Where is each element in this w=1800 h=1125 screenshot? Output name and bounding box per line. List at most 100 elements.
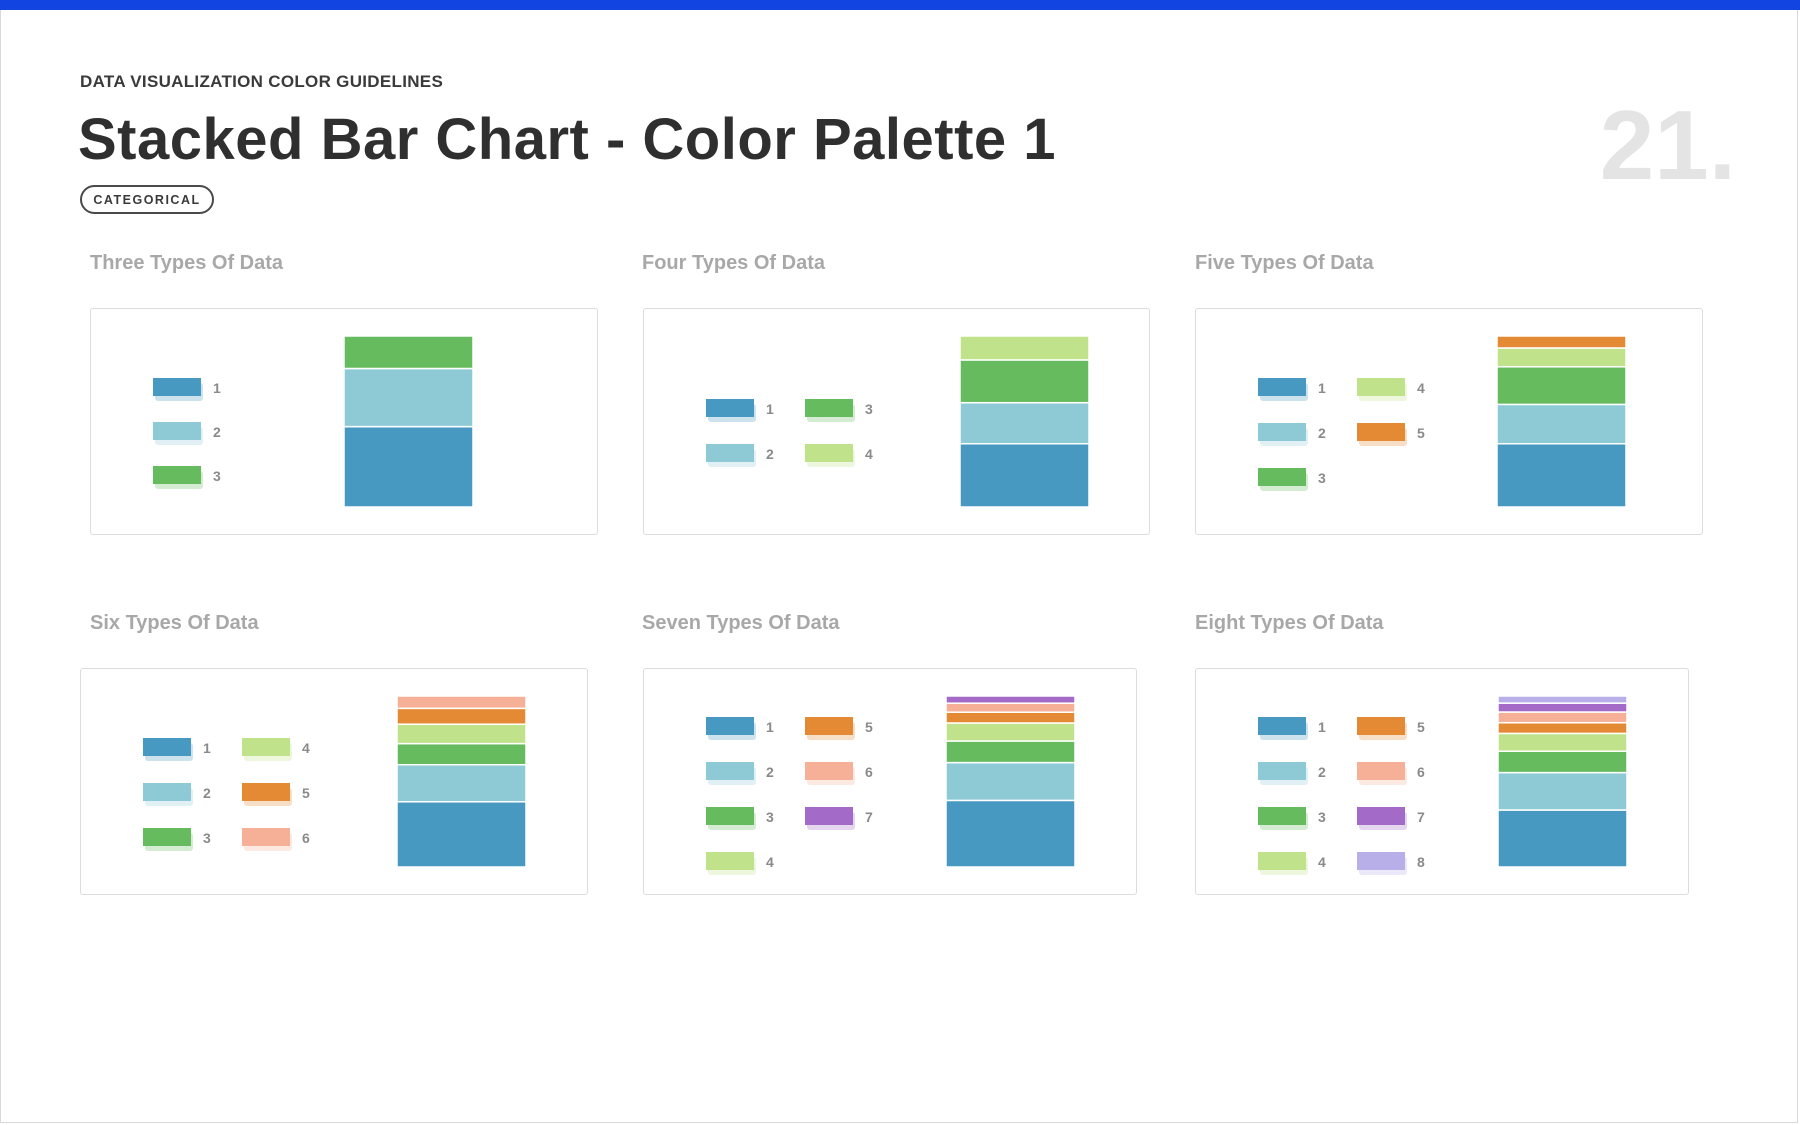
stacked-bar-chart: 1 2 3 4 5 6 7 [706, 695, 1076, 875]
legend-label-4: 4 [865, 446, 873, 462]
legend-label-6: 6 [1417, 764, 1425, 780]
legend-label-2: 2 [1318, 764, 1326, 780]
stacked-bar-chart: 1 2 3 4 5 6 7 8 [1258, 695, 1628, 875]
panel-title: Six Types Of Data [90, 612, 259, 634]
panel-title: Three Types Of Data [90, 252, 284, 274]
bar-segment-4 [1496, 347, 1627, 368]
chart-panel-five: 1 2 3 4 5 [1195, 308, 1703, 535]
bar-segment-6 [945, 702, 1076, 713]
legend-swatch-1 [1258, 717, 1306, 735]
bar-segment-3 [959, 359, 1090, 404]
panel-title: Seven Types Of Data [642, 612, 840, 634]
legend-swatch-4 [1357, 378, 1405, 396]
bar-segment-5 [396, 707, 527, 725]
legend-label-4: 4 [1318, 854, 1326, 870]
bar-segment-2 [945, 761, 1076, 802]
legend-swatch-2 [1258, 762, 1306, 780]
chart-panel-seven: 1 2 3 4 5 6 7 [643, 668, 1137, 895]
legend-swatch-2 [706, 762, 754, 780]
legend-swatch-4 [242, 738, 290, 756]
legend-swatch-5 [242, 783, 290, 801]
slide-frame [0, 10, 1798, 1123]
legend-swatch-4 [1258, 852, 1306, 870]
legend-swatch-4 [805, 444, 853, 462]
legend-swatch-3 [153, 466, 201, 484]
legend-label-6: 6 [302, 830, 310, 846]
stacked-bar-chart: 1 2 3 4 [706, 335, 1090, 508]
legend-swatch-3 [1258, 468, 1306, 486]
bar-segment-6 [396, 695, 527, 710]
bar-segment-5 [1496, 335, 1627, 349]
page-number: 21. [1599, 90, 1736, 200]
stacked-bar-chart: 1 2 3 4 5 [1258, 335, 1627, 508]
bar-segment-6 [1497, 711, 1628, 724]
bar-segment-2 [1496, 403, 1627, 445]
legend-label-1: 1 [766, 401, 774, 417]
legend-label-4: 4 [302, 740, 310, 756]
legend-label-4: 4 [1417, 380, 1425, 396]
bar-segment-5 [1497, 721, 1628, 735]
bar-segment-1 [959, 442, 1090, 508]
legend-swatch-3 [1258, 807, 1306, 825]
legend-swatch-5 [805, 717, 853, 735]
legend-label-5: 5 [1417, 719, 1425, 735]
legend-swatch-2 [153, 422, 201, 440]
bar-segment-3 [343, 335, 474, 370]
legend-swatch-6 [805, 762, 853, 780]
stacked-bar-chart: 1 2 3 [153, 335, 474, 508]
bar-segment-2 [1497, 771, 1628, 811]
bar-segment-3 [945, 740, 1076, 764]
chart-panel-six: 1 2 3 4 5 6 [80, 668, 588, 895]
panel-title: Five Types Of Data [1195, 252, 1374, 274]
bar-segment-7 [945, 695, 1076, 704]
legend-label-3: 3 [1318, 809, 1326, 825]
panel-title: Eight Types Of Data [1195, 612, 1384, 634]
legend-swatch-7 [1357, 807, 1405, 825]
top-accent-bar [0, 0, 1800, 10]
legend-label-1: 1 [1318, 380, 1326, 396]
bar-segment-8 [1497, 695, 1628, 704]
legend-swatch-1 [143, 738, 191, 756]
legend-swatch-1 [706, 399, 754, 417]
stacked-bar-chart: 1 2 3 4 5 6 [143, 695, 527, 868]
legend-label-5: 5 [302, 785, 310, 801]
legend-label-2: 2 [203, 785, 211, 801]
legend-swatch-2 [143, 783, 191, 801]
legend-label-6: 6 [865, 764, 873, 780]
bar-segment-5 [945, 711, 1076, 724]
legend-swatch-8 [1357, 852, 1405, 870]
bar-segment-1 [1496, 442, 1627, 508]
legend-swatch-3 [805, 399, 853, 417]
legend-swatch-7 [805, 807, 853, 825]
legend-swatch-3 [143, 828, 191, 846]
bar-segment-4 [959, 335, 1090, 361]
bar-segment-3 [396, 742, 527, 766]
category-tag: CATEGORICAL [80, 185, 214, 214]
legend-label-3: 3 [203, 830, 211, 846]
legend-label-2: 2 [766, 446, 774, 462]
legend-swatch-5 [1357, 717, 1405, 735]
bar-segment-7 [1497, 702, 1628, 713]
legend-label-1: 1 [1318, 719, 1326, 735]
bar-segment-2 [396, 764, 527, 803]
legend-swatch-2 [1258, 423, 1306, 441]
chart-panel-eight: 1 2 3 4 5 6 7 8 [1195, 668, 1689, 895]
legend-label-2: 2 [213, 424, 221, 440]
panel-title: Four Types Of Data [642, 252, 825, 274]
legend-label-8: 8 [1417, 854, 1425, 870]
bar-segment-4 [945, 722, 1076, 742]
legend-label-3: 3 [766, 809, 774, 825]
legend-swatch-1 [153, 378, 201, 396]
bar-segment-2 [959, 401, 1090, 445]
eyebrow-label: DATA VISUALIZATION COLOR GUIDELINES [80, 72, 444, 91]
legend-label-1: 1 [213, 380, 221, 396]
bar-segment-4 [396, 723, 527, 745]
legend-label-7: 7 [865, 809, 873, 825]
bar-segment-1 [343, 425, 474, 508]
legend-label-3: 3 [865, 401, 873, 417]
legend-swatch-5 [1357, 423, 1405, 441]
legend-label-3: 3 [1318, 470, 1326, 486]
legend-label-4: 4 [766, 854, 774, 870]
chart-panel-four: 1 2 3 4 [643, 308, 1150, 535]
bar-segment-4 [1497, 732, 1628, 752]
